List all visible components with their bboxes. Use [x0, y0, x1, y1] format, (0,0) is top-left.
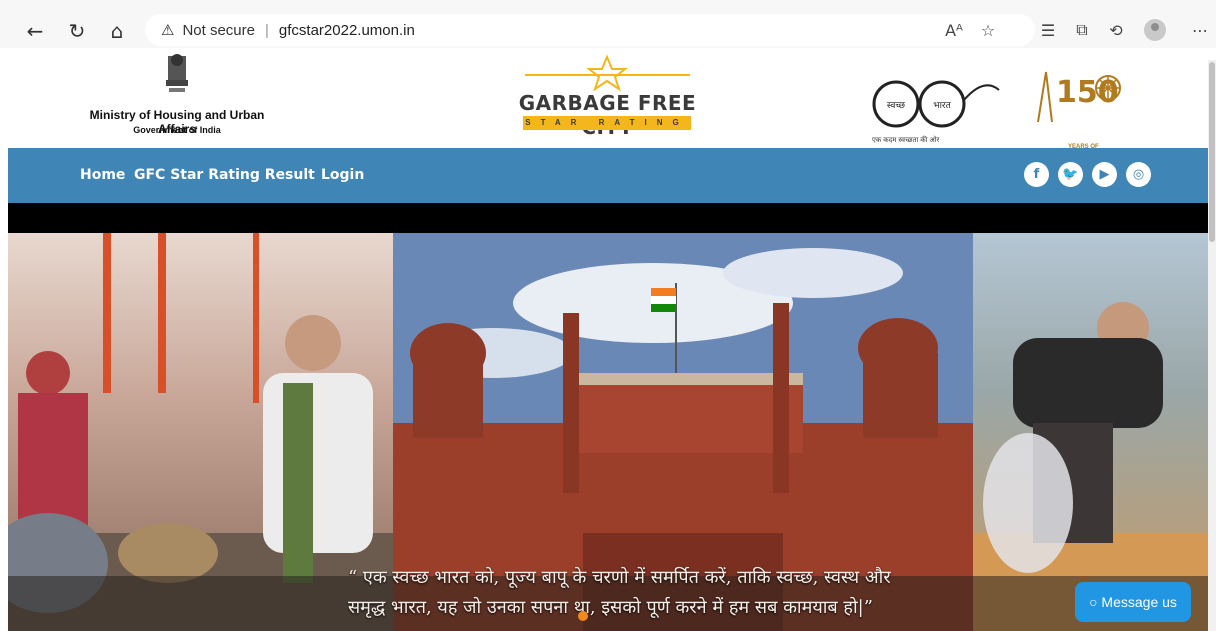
collections-icon[interactable]: ⧉ — [1068, 16, 1096, 44]
gfc-title: GARBAGE FREE CITY — [518, 91, 697, 139]
quote-line-1: “ एक स्वच्छ भारत को, पूज्य बापू के चरणो … — [348, 567, 891, 588]
favorite-icon[interactable]: ☆ — [974, 16, 1002, 44]
back-icon[interactable]: ← — [22, 18, 48, 44]
gfc-logo[interactable]: GARBAGE FREE CITY STAR RATING — [515, 53, 700, 139]
home-icon[interactable]: ⌂ — [104, 18, 130, 44]
government-label: Government of India — [133, 125, 221, 135]
history-icon[interactable]: ⟲ — [1102, 16, 1130, 44]
url-text: gfcstar2022.umon.in — [278, 21, 415, 39]
scrollbar-thumb[interactable] — [1209, 62, 1215, 242]
gfc-star-icon — [525, 54, 690, 92]
hero-left-illustration — [8, 233, 393, 631]
nav-home[interactable]: Home — [80, 167, 125, 183]
youtube-icon[interactable]: ▶ — [1092, 162, 1117, 187]
favorites-list-icon[interactable]: ☰ — [1034, 16, 1062, 44]
read-aloud-icon[interactable]: Aᴬ — [940, 16, 968, 44]
hero-left-photo — [8, 233, 393, 631]
carousel-indicator[interactable] — [578, 611, 588, 621]
profile-avatar[interactable] — [1144, 19, 1166, 41]
swachh-tagline: एक कदम स्वच्छता की ओर — [872, 137, 940, 144]
instagram-icon[interactable]: ◎ — [1126, 162, 1151, 187]
message-us-button[interactable]: ○ Message us — [1075, 582, 1191, 622]
site-header: Ministry of Housing and Urban Affairs Go… — [0, 48, 1216, 164]
facebook-icon[interactable]: f — [1024, 162, 1049, 187]
national-emblem-icon — [166, 54, 188, 92]
swachh-word-2: भारत — [933, 101, 951, 111]
quote-line-2: समृद्ध भारत, यह जो उनका सपना था, इसको पू… — [348, 597, 873, 618]
gfc-subtitle: STAR RATING — [523, 116, 691, 130]
address-separator: | — [265, 21, 269, 39]
address-bar[interactable]: ⚠ Not secure | gfcstar2022.umon.in — [145, 14, 1035, 46]
warning-icon: ⚠ — [161, 21, 175, 39]
hero-quote: “ एक स्वच्छ भारत को, पूज्य बापू के चरणो … — [348, 563, 1048, 623]
swachh-word-1: स्वच्छ — [887, 101, 906, 111]
years-number: 150 — [1056, 75, 1119, 110]
more-icon[interactable]: ⋯ — [1186, 16, 1214, 44]
swachh-bharat-logo: स्वच्छ भारत — [872, 80, 1000, 128]
banner-top-strip — [8, 203, 1208, 233]
nav-gfc-result[interactable]: GFC Star Rating Result — [134, 167, 315, 183]
main-navbar: Home GFC Star Rating Result Login f 🐦 ▶ … — [8, 148, 1208, 203]
nav-login[interactable]: Login — [321, 167, 364, 183]
twitter-icon[interactable]: 🐦 — [1058, 162, 1083, 187]
150-years-logo: 150 — [1037, 71, 1121, 123]
not-secure-label: Not secure — [182, 21, 255, 39]
hero-banner: “ एक स्वच्छ भारत को, पूज्य बापू के चरणो … — [8, 233, 1208, 631]
refresh-icon[interactable]: ↻ — [64, 18, 90, 44]
